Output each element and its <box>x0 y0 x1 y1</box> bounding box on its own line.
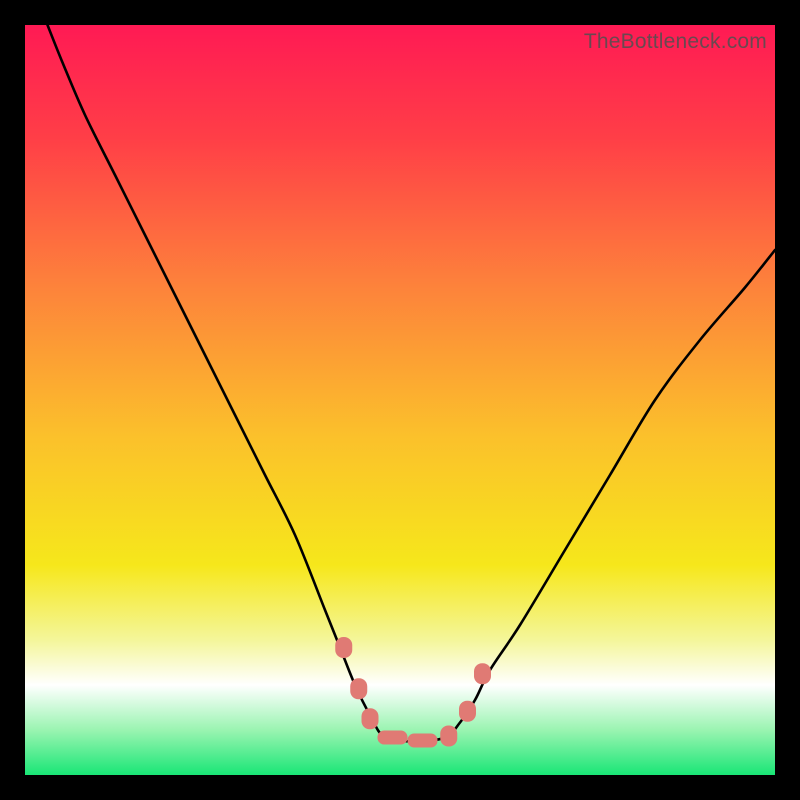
trough-marker <box>474 663 491 684</box>
trough-marker <box>362 708 379 729</box>
trough-marker <box>408 734 438 748</box>
trough-marker <box>378 731 408 745</box>
plot-area: TheBottleneck.com <box>25 25 775 775</box>
trough-marker <box>459 701 476 722</box>
trough-marker <box>335 637 352 658</box>
chart-frame: TheBottleneck.com <box>0 0 800 800</box>
trough-markers <box>25 25 775 775</box>
watermark-text: TheBottleneck.com <box>584 30 767 54</box>
trough-marker <box>440 726 457 747</box>
trough-marker <box>350 678 367 699</box>
